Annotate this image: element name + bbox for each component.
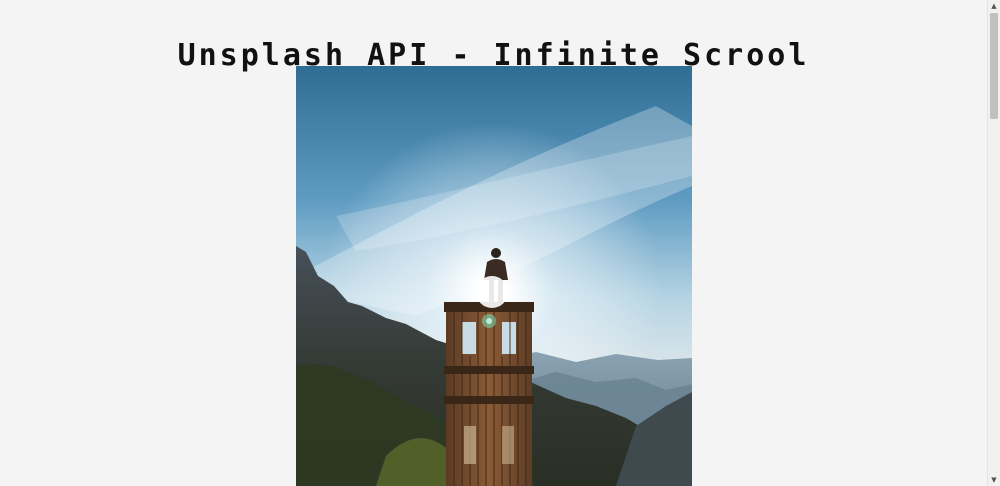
vertical-scrollbar[interactable]: ▲ ▼: [987, 0, 1000, 486]
scroll-up-arrow-icon[interactable]: ▲: [988, 0, 1000, 12]
tower-structure: [444, 302, 534, 486]
scroll-thumb[interactable]: [990, 13, 998, 119]
scroll-down-arrow-icon[interactable]: ▼: [988, 474, 1000, 486]
tower-photo-image: [296, 66, 692, 486]
page: Unsplash API - Infinite Scrool ▲ ▼: [0, 0, 1000, 486]
gallery-image[interactable]: [296, 66, 692, 486]
